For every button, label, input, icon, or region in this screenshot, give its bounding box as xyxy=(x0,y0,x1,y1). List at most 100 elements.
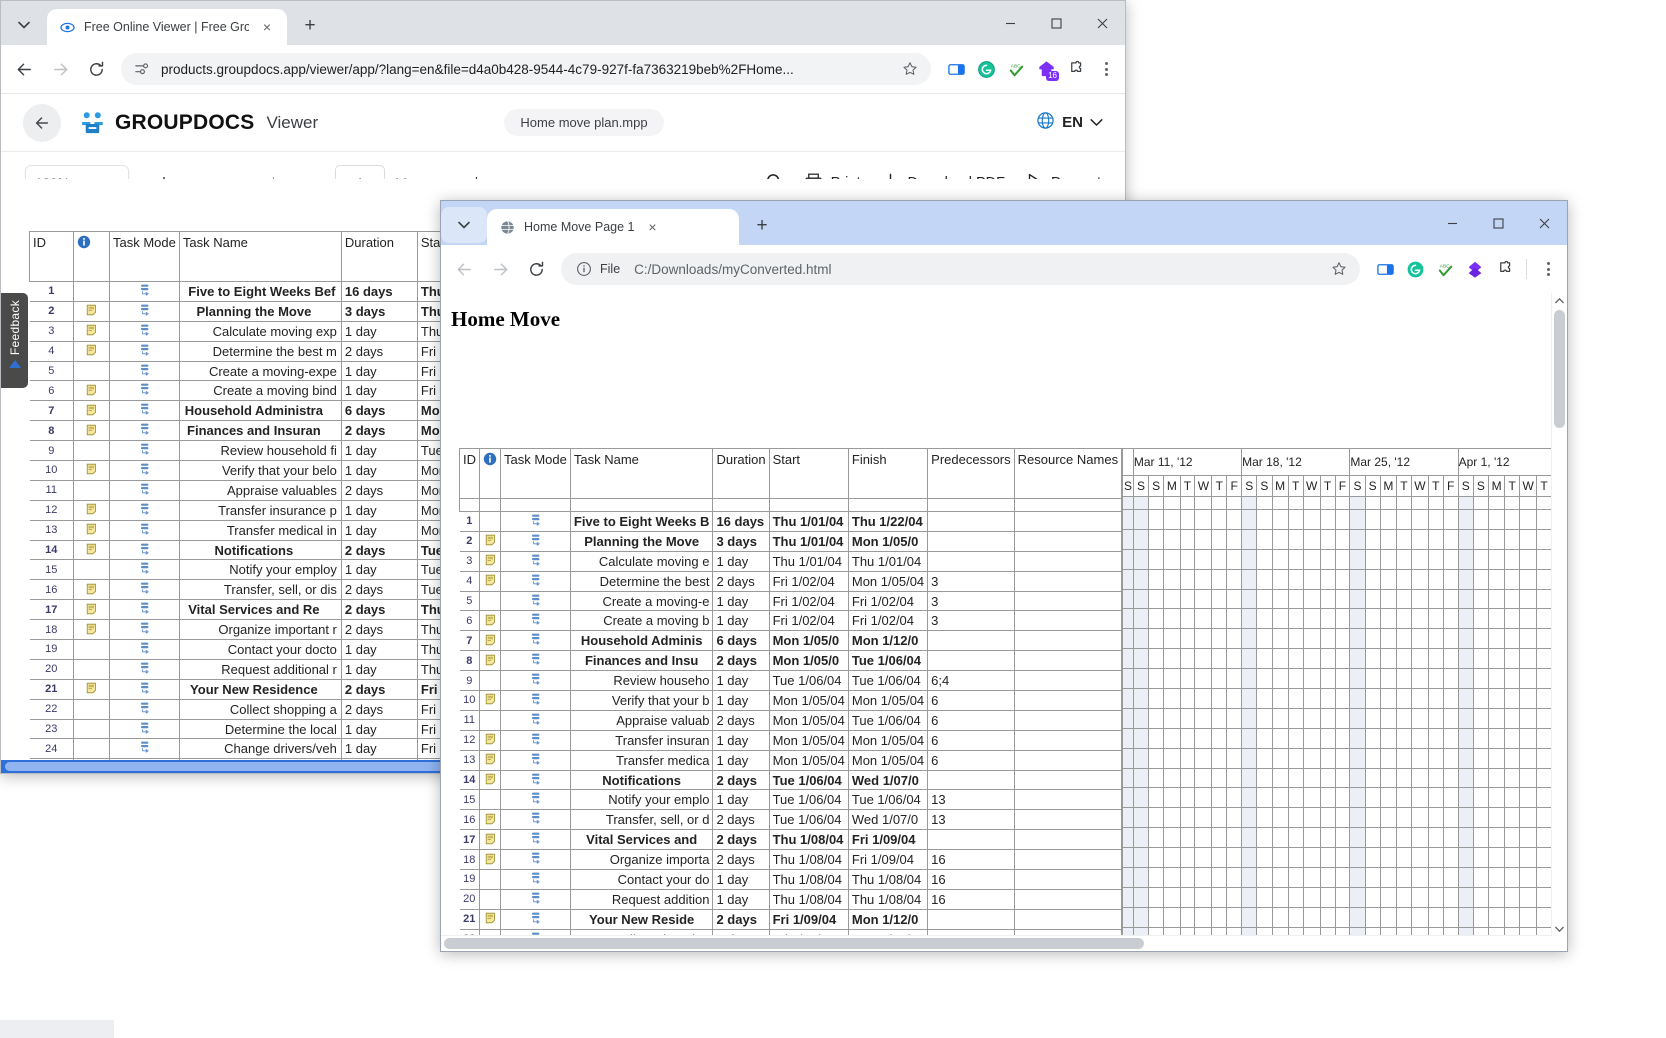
tab-search-caret-button[interactable] xyxy=(1,7,47,43)
timeline-cell xyxy=(1410,496,1429,510)
purple-ext-icon-2[interactable] xyxy=(1462,256,1488,282)
cell-note xyxy=(73,440,110,462)
scroll-down-arrow-icon[interactable] xyxy=(1552,921,1567,936)
language-selector[interactable]: EN xyxy=(1036,111,1103,134)
cell-task-name: Request addition xyxy=(569,888,714,910)
new-tab-button[interactable]: + xyxy=(295,11,325,41)
vertical-scrollbar-doc[interactable] xyxy=(1551,293,1567,951)
cell-finish: Tue 1/06/04 xyxy=(847,650,929,672)
timeline-cell xyxy=(1179,847,1196,869)
checkmark-ext-icon[interactable]: ABC xyxy=(1003,56,1029,82)
cell-task-mode xyxy=(109,380,180,402)
cell-predecessors: 6 xyxy=(927,749,1015,771)
back-arrow-icon-2[interactable] xyxy=(447,252,481,286)
site-settings-icon[interactable] xyxy=(131,58,153,80)
cell-duration: 1 day xyxy=(712,590,770,612)
cell-note xyxy=(479,789,501,811)
timeline-cell xyxy=(1132,827,1150,849)
note-indicator-icon xyxy=(85,383,98,396)
timeline-cell xyxy=(1519,707,1538,729)
chrome-menu-icon-2[interactable] xyxy=(1535,256,1561,282)
maximize-icon[interactable] xyxy=(1033,3,1079,43)
tab-search-caret-button-2[interactable] xyxy=(441,207,487,243)
forward-arrow-icon-2[interactable] xyxy=(483,252,517,286)
purple-ext-icon[interactable]: 16 xyxy=(1033,56,1059,82)
sidepanel-icon[interactable] xyxy=(943,56,969,82)
timeline-row xyxy=(1122,906,1567,928)
close-icon[interactable] xyxy=(1079,3,1125,43)
cell-start: Fri 1/09/04 xyxy=(768,908,849,930)
browser-tab-groupdocs[interactable]: Free Online Viewer | Free Group × xyxy=(47,9,287,45)
puzzle-extensions-icon[interactable] xyxy=(1063,56,1089,82)
maximize-icon-2[interactable] xyxy=(1475,203,1521,243)
puzzle-extensions-icon-2[interactable] xyxy=(1492,256,1518,282)
timeline-cell xyxy=(1442,509,1459,530)
timeline-cell xyxy=(1442,608,1459,630)
cell-predecessors: 6 xyxy=(927,690,1015,711)
scrollbar-thumb-vertical[interactable] xyxy=(1554,310,1565,428)
timeline-cell xyxy=(1379,727,1398,749)
checkmark-ext-icon-2[interactable]: ABC xyxy=(1432,256,1458,282)
minimize-icon-2[interactable] xyxy=(1429,203,1475,243)
tab-close-icon[interactable]: × xyxy=(257,17,277,37)
scroll-up-arrow-icon[interactable] xyxy=(1552,293,1567,308)
timeline-cell xyxy=(1241,608,1258,630)
reload-icon-2[interactable] xyxy=(519,252,553,286)
timeline-cell xyxy=(1287,807,1304,829)
cell-start: Thu 1/01/04 xyxy=(768,550,849,572)
app-back-button[interactable] xyxy=(23,103,61,142)
timeline-cell xyxy=(1211,727,1228,749)
timeline-cell xyxy=(1410,548,1429,570)
cell-id: 9 xyxy=(459,670,480,692)
feedback-tab[interactable]: Feedback xyxy=(1,293,28,388)
scrollbar-thumb-horizontal[interactable] xyxy=(444,938,1144,949)
timeline-cell xyxy=(1319,648,1336,670)
reload-icon[interactable] xyxy=(79,52,113,86)
timeline-cell xyxy=(1302,509,1321,530)
url-text: products.groupdocs.app/viewer/app/?lang=… xyxy=(161,61,794,77)
task-mode-auto-schedule-icon xyxy=(529,553,542,566)
timeline-cell xyxy=(1364,668,1381,690)
bookmark-star-icon-2[interactable] xyxy=(1326,256,1352,282)
address-bar-2[interactable]: File C:/Downloads/myConverted.html xyxy=(561,253,1360,285)
timeline-cell xyxy=(1163,847,1181,869)
timeline-cell xyxy=(1410,727,1429,749)
groupdocs-logo[interactable]: GROUPDOCS xyxy=(79,109,254,136)
table-row: 1 Five to Eight Weeks B 16 days Thu 1/01/04… xyxy=(459,511,1123,532)
file-scheme-chip[interactable]: File xyxy=(571,256,626,282)
timeline-cell xyxy=(1302,608,1321,630)
cell-task-mode xyxy=(109,440,180,462)
timeline-cell xyxy=(1504,588,1521,610)
timeline-lead-cell xyxy=(1122,448,1134,476)
tab-close-icon-2[interactable]: × xyxy=(642,217,662,237)
cell-task-mode xyxy=(500,570,571,592)
grammarly-icon-2[interactable] xyxy=(1402,256,1428,282)
cell-finish: Mon 1/12/0 xyxy=(847,630,929,652)
chrome-menu-icon[interactable] xyxy=(1093,56,1119,82)
cell-duration: 2 days xyxy=(340,420,418,442)
timeline-cell xyxy=(1122,548,1134,570)
cell-task-name: Household Administra xyxy=(178,400,342,422)
timeline-cell xyxy=(1122,496,1134,510)
grammarly-icon[interactable] xyxy=(973,56,999,82)
close-icon-2[interactable] xyxy=(1521,203,1567,243)
timeline-cell xyxy=(1122,568,1134,590)
timeline-cell xyxy=(1334,548,1351,570)
bookmark-star-icon[interactable] xyxy=(897,56,923,82)
cell-resources xyxy=(1013,869,1123,890)
new-tab-button-2[interactable]: + xyxy=(747,211,777,241)
browser-tab-home-move[interactable]: Home Move Page 1 × xyxy=(487,209,739,245)
back-arrow-icon[interactable] xyxy=(7,52,41,86)
sidepanel-icon-2[interactable] xyxy=(1372,256,1398,282)
timeline-cell xyxy=(1442,727,1459,749)
timeline-cell xyxy=(1519,509,1538,530)
cell-finish: Mon 1/05/0 xyxy=(847,530,929,552)
minimize-icon[interactable] xyxy=(987,3,1033,43)
timeline-cell xyxy=(1132,528,1150,550)
forward-arrow-icon[interactable] xyxy=(43,52,77,86)
timeline-cell xyxy=(1427,608,1444,630)
timeline-cell xyxy=(1179,628,1196,650)
horizontal-scrollbar-doc[interactable] xyxy=(441,935,1552,951)
address-bar[interactable]: products.groupdocs.app/viewer/app/?lang=… xyxy=(121,53,931,85)
cell-start: Mon 1/05/0 xyxy=(768,650,849,672)
